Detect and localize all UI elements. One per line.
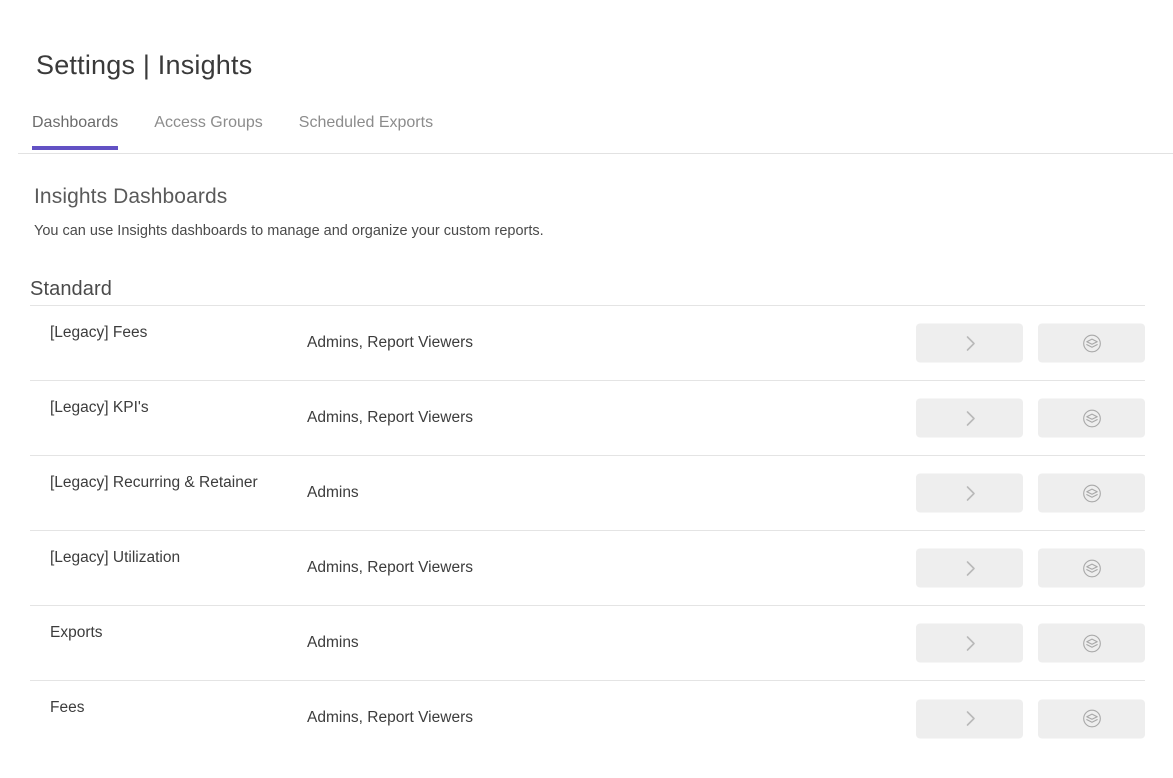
tab-access-groups[interactable]: Access Groups (154, 112, 262, 149)
layers-circle-icon (1081, 407, 1103, 429)
duplicate-dashboard-button[interactable] (1038, 623, 1145, 663)
dashboard-access-groups: Admins (307, 634, 359, 651)
section-title: Insights Dashboards (34, 185, 228, 209)
dashboard-group: Standard [Legacy] Fees Admins, Report View… (30, 278, 1145, 756)
chevron-right-icon (959, 557, 981, 579)
open-dashboard-button[interactable] (916, 548, 1023, 588)
duplicate-dashboard-button[interactable] (1038, 473, 1145, 513)
open-dashboard-button[interactable] (916, 699, 1023, 738)
row-actions (916, 548, 1145, 588)
open-dashboard-button[interactable] (916, 623, 1023, 663)
layers-circle-icon (1081, 557, 1103, 579)
dashboard-access-groups: Admins, Report Viewers (307, 559, 473, 576)
row-actions (916, 323, 1145, 363)
chevron-right-icon (959, 407, 981, 429)
duplicate-dashboard-button[interactable] (1038, 548, 1145, 588)
insights-settings-page: Settings | Insights Dashboards Access Gro… (0, 0, 1173, 778)
dashboard-access-groups: Admins (307, 484, 359, 501)
open-dashboard-button[interactable] (916, 323, 1023, 363)
dashboard-name: [Legacy] Recurring & Retainer (50, 474, 258, 491)
table-row: [Legacy] Fees Admins, Report Viewers (30, 306, 1145, 381)
chevron-right-icon (959, 632, 981, 654)
table-row: [Legacy] KPI's Admins, Report Viewers (30, 381, 1145, 456)
dashboard-name: Exports (50, 624, 103, 641)
dashboard-access-groups: Admins, Report Viewers (307, 409, 473, 426)
row-actions (916, 473, 1145, 513)
dashboard-access-groups: Admins, Report Viewers (307, 709, 473, 726)
row-actions (916, 699, 1145, 738)
open-dashboard-button[interactable] (916, 398, 1023, 438)
duplicate-dashboard-button[interactable] (1038, 398, 1145, 438)
tab-dashboards[interactable]: Dashboards (32, 112, 119, 150)
layers-circle-icon (1081, 632, 1103, 654)
chevron-right-icon (959, 482, 981, 504)
row-actions (916, 398, 1145, 438)
dashboard-table: [Legacy] Fees Admins, Report Viewers [Lega… (30, 305, 1145, 756)
layers-circle-icon (1081, 482, 1103, 504)
layers-circle-icon (1081, 708, 1103, 730)
open-dashboard-button[interactable] (916, 473, 1023, 513)
layers-circle-icon (1081, 332, 1103, 354)
dashboard-name: Fees (50, 699, 85, 716)
table-row: Fees Admins, Report Viewers (30, 681, 1145, 756)
chevron-right-icon (959, 708, 981, 730)
table-row: Exports Admins (30, 606, 1145, 681)
row-actions (916, 623, 1145, 663)
duplicate-dashboard-button[interactable] (1038, 699, 1145, 738)
dashboard-name: [Legacy] Fees (50, 324, 148, 341)
chevron-right-icon (959, 332, 981, 354)
page-title: Settings | Insights (36, 50, 253, 81)
dashboard-name: [Legacy] KPI's (50, 399, 149, 416)
tab-scheduled-exports[interactable]: Scheduled Exports (299, 112, 433, 149)
table-row: [Legacy] Recurring & Retainer Admins (30, 456, 1145, 531)
dashboard-access-groups: Admins, Report Viewers (307, 334, 473, 351)
dashboard-name: [Legacy] Utilization (50, 549, 181, 566)
tab-bar: Dashboards Access Groups Scheduled Exports (18, 112, 1173, 154)
table-row: [Legacy] Utilization Admins, Report Viewe… (30, 531, 1145, 606)
tab-list: Dashboards Access Groups Scheduled Exports (18, 112, 1173, 153)
group-heading: Standard (30, 278, 112, 300)
duplicate-dashboard-button[interactable] (1038, 323, 1145, 363)
section-description: You can use Insights dashboards to manag… (34, 222, 544, 239)
